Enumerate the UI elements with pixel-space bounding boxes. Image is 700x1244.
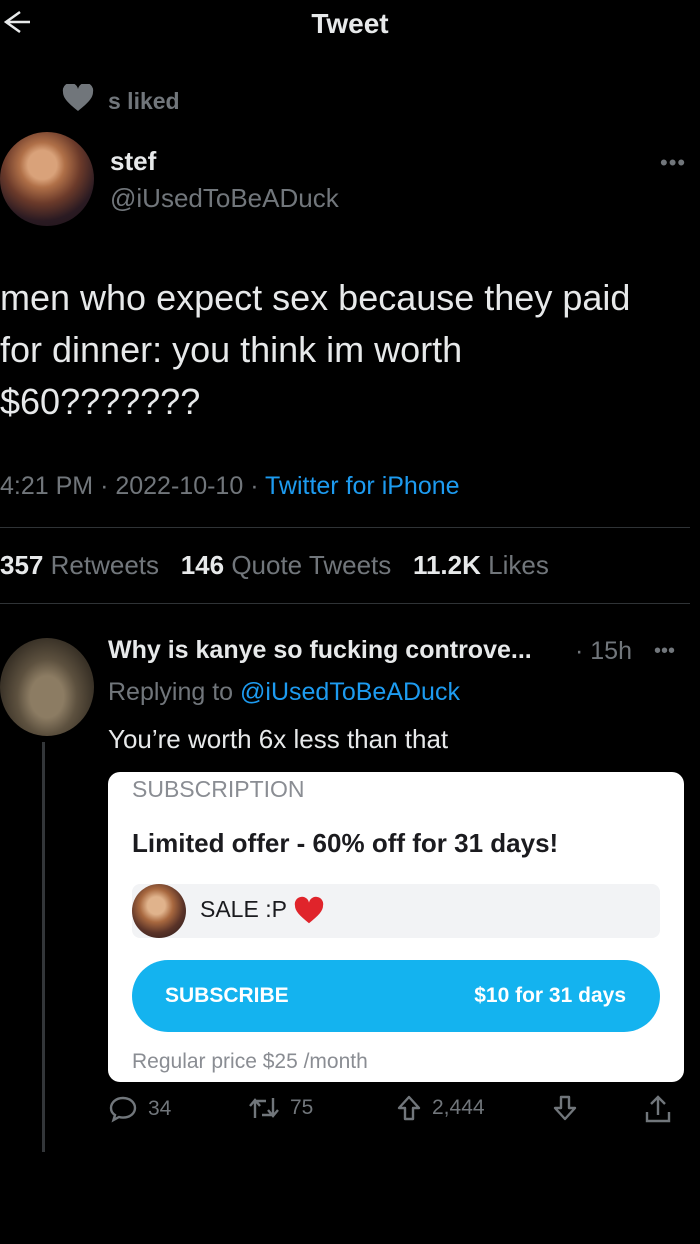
tweet-time: 4:21 PM <box>0 472 94 500</box>
reply-action-bar: 34 75 2,444 <box>108 1094 676 1130</box>
sale-row: SALE :P <box>132 884 660 938</box>
quotes-label: Quote Tweets <box>231 550 392 580</box>
social-context: s liked <box>62 82 180 118</box>
retweet-count: 75 <box>290 1096 314 1119</box>
offer-text: Limited offer - 60% off for 31 days! <box>132 828 559 858</box>
reply-avatar[interactable] <box>0 638 94 736</box>
tweet-text-line: $60??????? <box>0 381 201 422</box>
top-bar: Tweet <box>0 0 700 48</box>
retweets-stat[interactable]: 357 Retweets <box>0 550 159 580</box>
more-icon[interactable]: ••• <box>654 640 675 663</box>
tweet-source-link[interactable]: Twitter for iPhone <box>265 472 460 500</box>
heart-icon <box>62 82 94 118</box>
regular-price: Regular price $25 /month <box>132 1050 368 1073</box>
upvote-count: 2,444 <box>432 1096 485 1119</box>
meta-separator: · <box>250 472 259 500</box>
reply-icon <box>108 1094 138 1124</box>
subscription-label: SUBSCRIPTION <box>132 776 305 802</box>
replying-to: Replying to @iUsedToBeADuck <box>108 678 460 707</box>
subscribe-button[interactable]: SUBSCRIBE $10 for 31 days <box>132 960 660 1032</box>
avatar[interactable] <box>0 132 94 226</box>
replying-handle-link[interactable]: @iUsedToBeADuck <box>240 678 460 706</box>
likes-stat[interactable]: 11.2K Likes <box>413 550 549 580</box>
author-handle[interactable]: @iUsedToBeADuck <box>110 183 339 214</box>
share-icon <box>644 1094 672 1124</box>
likes-count: 11.2K <box>412 550 481 580</box>
reply-time: · 15h <box>575 637 632 665</box>
sale-avatar <box>132 884 186 938</box>
downvote-action[interactable] <box>552 1094 578 1122</box>
reply-author-name[interactable]: Why is kanye so fucking controve... <box>108 636 532 665</box>
more-icon[interactable]: ••• <box>660 150 686 176</box>
tweet-text-line: men who expect sex because they paid <box>0 277 631 318</box>
red-heart-icon <box>294 896 324 926</box>
likes-label: Likes <box>488 550 549 580</box>
share-action[interactable] <box>644 1094 672 1124</box>
upvote-icon <box>396 1094 422 1122</box>
meta-separator: · <box>100 472 109 500</box>
divider <box>0 527 690 528</box>
reply-text: You’re worth 6x less than that <box>108 724 449 754</box>
reply-action[interactable]: 34 <box>108 1094 171 1124</box>
retweet-action[interactable]: 75 <box>248 1094 313 1122</box>
sale-text: SALE :P <box>200 896 287 922</box>
subscription-card: SUBSCRIPTION Limited offer - 60% off for… <box>108 772 684 1082</box>
replying-label: Replying to <box>108 678 234 706</box>
tweet-text-line: for dinner: you think im worth <box>0 329 463 370</box>
quotes-stat[interactable]: 146 Quote Tweets <box>181 550 392 580</box>
downvote-icon <box>552 1094 578 1122</box>
social-context-text: s liked <box>108 87 180 114</box>
subscribe-price: $10 for 31 days <box>474 984 626 1007</box>
author-name[interactable]: stef <box>110 146 156 177</box>
retweets-count: 357 <box>0 550 44 580</box>
tweet-text: men who expect sex because they paid for… <box>0 272 700 428</box>
divider <box>0 603 690 604</box>
tweet-date: 2022-10-10 <box>115 472 244 500</box>
thread-line <box>42 742 45 1152</box>
quotes-count: 146 <box>180 550 225 580</box>
page-title: Tweet <box>311 8 389 39</box>
reply-count: 34 <box>148 1097 172 1120</box>
retweets-label: Retweets <box>50 550 160 580</box>
subscribe-label: SUBSCRIBE <box>165 984 289 1007</box>
tweet-meta: 4:21 PM · 2022-10-10 · Twitter for iPhon… <box>0 472 460 501</box>
retweet-icon <box>248 1094 280 1122</box>
upvote-action[interactable]: 2,444 <box>396 1094 485 1122</box>
tweet-stats: 357 Retweets 146 Quote Tweets 11.2K Like… <box>0 550 549 581</box>
